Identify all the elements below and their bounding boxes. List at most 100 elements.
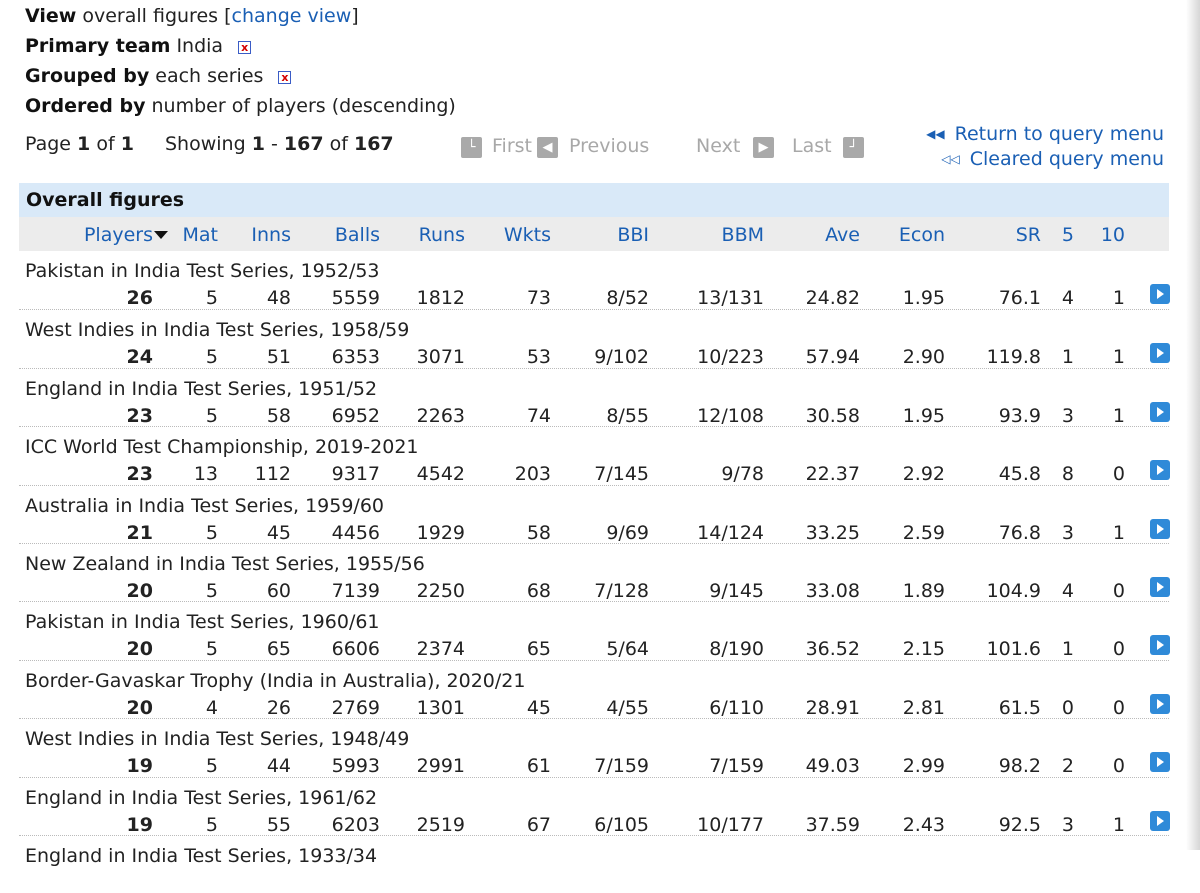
cell-bbi: 7/128: [594, 579, 649, 602]
cell-bbi: 6/105: [594, 813, 649, 836]
cell-mat: 5: [205, 521, 218, 544]
cell-ave: 22.37: [805, 463, 860, 486]
cleared-query-menu-label[interactable]: Cleared query menu: [970, 148, 1164, 170]
cell-players: 21: [126, 521, 153, 544]
view-details-icon[interactable]: [1150, 576, 1170, 597]
return-to-query-menu-label[interactable]: Return to query menu: [955, 123, 1164, 145]
column-header-inns[interactable]: Inns: [251, 224, 291, 246]
column-header-wkts[interactable]: Wkts: [504, 224, 551, 246]
cell-ave: 37.59: [805, 813, 860, 836]
return-to-query-menu[interactable]: ◀◀ Return to query menu: [926, 123, 1164, 145]
cell-five-wickets: 4: [1061, 287, 1074, 309]
column-header-bbm[interactable]: BBM: [722, 224, 764, 246]
view-details-icon[interactable]: [1150, 518, 1170, 539]
cell-econ: 2.90: [902, 346, 945, 369]
column-header-label: Wkts: [503, 224, 551, 246]
cell-sr: 119.8: [986, 346, 1041, 369]
table-row: Pakistan in India Test Series, 1952/53 26…: [19, 251, 1170, 309]
next-page-link: Next: [696, 135, 741, 157]
column-header-label: BBM: [721, 224, 764, 246]
cell-wkts: 73: [526, 287, 551, 309]
primary-team-line: Primary team India x: [25, 31, 456, 61]
cell-sr: 45.8: [998, 463, 1041, 486]
column-header-label: 10: [1100, 224, 1125, 246]
column-header-runs[interactable]: Runs: [419, 224, 465, 246]
cell-econ: 2.43: [902, 813, 945, 836]
cell-runs: 1929: [416, 521, 465, 544]
rewind-icon: ◀◀: [926, 127, 945, 141]
showing-from: 1: [251, 133, 265, 155]
view-details-icon[interactable]: [1150, 810, 1170, 831]
remove-primary-team-icon[interactable]: x: [238, 41, 252, 54]
column-header-label: Ave: [825, 224, 860, 246]
cell-bbi: 4/55: [606, 696, 649, 719]
view-details-icon[interactable]: [1150, 343, 1170, 364]
cell-ten-wickets: 1: [1112, 813, 1125, 836]
showing-total: 167: [353, 133, 394, 155]
column-header-balls[interactable]: Balls: [335, 224, 380, 246]
first-page-link: First: [492, 135, 532, 157]
cell-inns: 45: [266, 521, 291, 544]
cell-inns: 60: [266, 579, 291, 602]
cell-wkts: 203: [514, 463, 551, 486]
cell-balls: 5559: [331, 287, 380, 309]
view-details-icon[interactable]: [1150, 284, 1170, 304]
cell-econ: 2.99: [902, 755, 945, 778]
page-of: of: [96, 133, 115, 155]
column-header-ten-wickets[interactable]: 10: [1101, 224, 1125, 246]
view-details-icon[interactable]: [1150, 635, 1170, 656]
view-details-icon[interactable]: [1150, 401, 1170, 422]
column-header-mat[interactable]: Mat: [183, 224, 219, 246]
column-header-sr[interactable]: SR: [1016, 224, 1041, 246]
cell-mat: 4: [205, 696, 218, 719]
cell-sr: 61.5: [998, 696, 1041, 719]
cell-inns: 65: [266, 638, 291, 661]
cell-sr: 76.8: [998, 521, 1041, 544]
cell-wkts: 67: [526, 813, 551, 836]
view-details-icon[interactable]: [1150, 752, 1170, 773]
results-table: Overall figures Players Mat Inns Balls Runs W…: [19, 183, 1170, 867]
cell-ave: 57.94: [805, 346, 860, 369]
showing-dash: -: [270, 133, 278, 155]
cell-five-wickets: 4: [1061, 579, 1074, 602]
cell-players: 19: [126, 813, 153, 836]
column-header-label: Mat: [182, 224, 219, 246]
change-view-link[interactable]: change view: [232, 5, 352, 27]
cell-players: 20: [126, 638, 153, 661]
next-page-icon: ▶: [753, 137, 774, 158]
cell-ave: 28.91: [805, 696, 860, 719]
cell-ten-wickets: 1: [1112, 287, 1125, 309]
cell-sr: 76.1: [998, 287, 1041, 309]
cell-wkts: 61: [526, 755, 551, 778]
column-header-players[interactable]: Players: [84, 224, 168, 246]
page-total: 1: [120, 133, 134, 155]
cell-balls: 6606: [331, 638, 380, 661]
cell-runs: 1812: [416, 287, 465, 309]
column-header-five-wickets[interactable]: 5: [1062, 224, 1074, 246]
column-header-label: Balls: [334, 224, 380, 246]
column-header-bbi[interactable]: BBI: [617, 224, 649, 246]
cell-runs: 3071: [416, 346, 465, 369]
cell-bbm: 10/223: [697, 346, 764, 369]
column-header-row: Players Mat Inns Balls Runs Wkts BBI BBM Ave Econ…: [19, 217, 1169, 251]
page-indicator: Page 1 of 1: [25, 133, 134, 155]
table-row: ICC World Test Championship, 2019-2021 23…: [19, 426, 1170, 486]
cell-players: 19: [126, 755, 153, 778]
ordered-by-value: number of players (descending): [151, 95, 456, 117]
series-name: Australia in India Test Series, 1959/60: [25, 494, 385, 517]
remove-grouped-by-icon[interactable]: x: [278, 71, 292, 84]
column-header-econ[interactable]: Econ: [899, 224, 945, 246]
table-row: New Zealand in India Test Series, 1955/5…: [19, 542, 1170, 602]
cleared-query-menu[interactable]: ◁◁ Cleared query menu: [941, 148, 1164, 170]
view-label: View: [25, 5, 77, 27]
window-edge-shadow: [1186, 0, 1200, 850]
cell-runs: 2250: [416, 579, 465, 602]
bracket-open: [: [224, 5, 232, 27]
view-details-icon[interactable]: [1150, 693, 1170, 714]
column-header-label: 5: [1061, 224, 1074, 246]
column-header-ave[interactable]: Ave: [825, 224, 860, 246]
page-label: Page: [25, 133, 71, 155]
cell-econ: 1.95: [902, 404, 945, 427]
first-page-icon: └: [461, 137, 482, 158]
view-details-icon[interactable]: [1150, 460, 1170, 481]
